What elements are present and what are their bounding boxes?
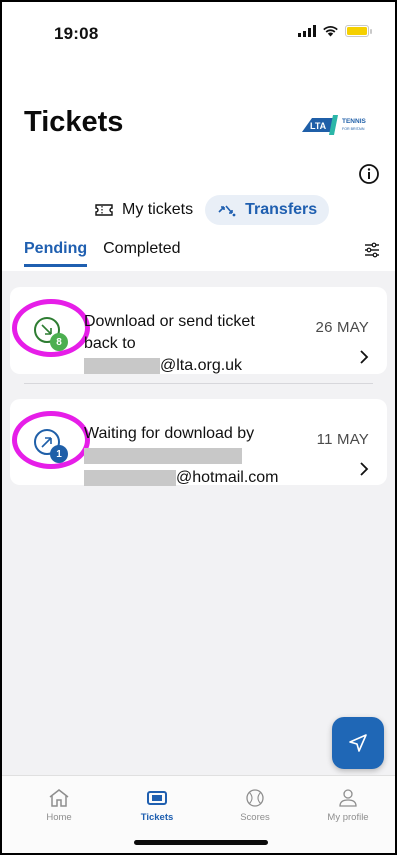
svg-text:LTA: LTA: [310, 121, 327, 131]
chevron-right-icon: [360, 462, 369, 476]
page-title: Tickets: [24, 106, 124, 138]
lta-logo: LTA TENNIS FOR BRITAIN: [302, 115, 367, 135]
send-ticket-button[interactable]: [332, 717, 384, 769]
list-divider: [24, 383, 373, 384]
status-time: 19:08: [54, 24, 99, 43]
tab-label-tickets: Tickets: [140, 812, 174, 823]
redacted-text: [84, 357, 160, 374]
segment-my-tickets[interactable]: My tickets: [82, 195, 205, 225]
tab-home[interactable]: Home: [19, 788, 99, 823]
home-icon: [49, 789, 69, 807]
status-icons: [298, 25, 372, 37]
tab-label-my-profile: My profile: [327, 812, 369, 823]
chevron-right-icon: [360, 350, 369, 364]
ticket-icon: [147, 791, 167, 805]
segment-label-my-tickets: My tickets: [122, 201, 194, 218]
profile-icon: [339, 789, 357, 807]
redacted-text: [84, 469, 176, 486]
info-icon[interactable]: [358, 163, 380, 185]
tennis-ball-icon: [246, 789, 264, 807]
signal-icon: [298, 25, 316, 37]
wifi-icon: [323, 26, 338, 37]
transfer-date: 11 MAY: [316, 431, 369, 448]
email-suffix: @hotmail.com: [176, 469, 279, 486]
transfer-description: Waiting for download by @hotmail.com: [84, 423, 279, 489]
tab-label-scores: Scores: [240, 812, 270, 823]
transfer-description: Download or send ticket back to @lta.org…: [84, 311, 255, 377]
tickets-segmented-control: My tickets Transfers: [82, 195, 330, 225]
status-bar: 19:08: [2, 2, 395, 56]
svg-text:TENNIS: TENNIS: [342, 118, 367, 125]
segment-label-transfers: Transfers: [245, 201, 318, 218]
transfer-date: 26 MAY: [315, 319, 369, 336]
home-indicator: [134, 840, 268, 845]
transfer-email: @hotmail.com: [84, 467, 279, 489]
transfer-subtabs: Pending Completed: [24, 240, 180, 267]
email-suffix: @lta.org.uk: [160, 357, 243, 374]
transfer-email: @lta.org.uk: [84, 355, 255, 377]
tab-completed[interactable]: Completed: [103, 240, 180, 267]
svg-text:FOR BRITAIN: FOR BRITAIN: [342, 127, 365, 131]
send-icon: [349, 734, 367, 752]
transfer-line1: Download or send ticket: [84, 313, 255, 330]
transfer-count-badge: 1: [50, 445, 68, 463]
bottom-tab-bar: Home Tickets Scores My profile: [2, 775, 395, 853]
transfer-card[interactable]: 8 Download or send ticket back to @lta.o…: [10, 287, 387, 374]
tab-pending[interactable]: Pending: [24, 240, 88, 267]
battery-icon: [345, 25, 372, 37]
filter-icon[interactable]: [363, 241, 381, 259]
tab-label-home: Home: [46, 812, 72, 823]
transfer-count-badge: 8: [50, 333, 68, 351]
app-screen: 19:08 Tickets LTA TENNIS FOR BRITAIN My …: [0, 0, 397, 855]
redacted-text: [84, 447, 242, 464]
transfer-line1: Waiting for download by: [84, 425, 255, 442]
transfers-list: 8 Download or send ticket back to @lta.o…: [2, 271, 395, 775]
transfer-redacted-line: [84, 445, 279, 467]
tab-my-profile[interactable]: My profile: [308, 788, 388, 823]
segment-transfers[interactable]: Transfers: [205, 195, 330, 225]
tab-scores[interactable]: Scores: [215, 788, 295, 823]
transfer-icon: [218, 205, 236, 217]
transfer-line2: back to: [84, 335, 136, 352]
ticket-icon: [95, 204, 113, 216]
transfer-card[interactable]: 1 Waiting for download by @hotmail.com 1…: [10, 399, 387, 486]
tab-tickets[interactable]: Tickets: [117, 788, 197, 823]
